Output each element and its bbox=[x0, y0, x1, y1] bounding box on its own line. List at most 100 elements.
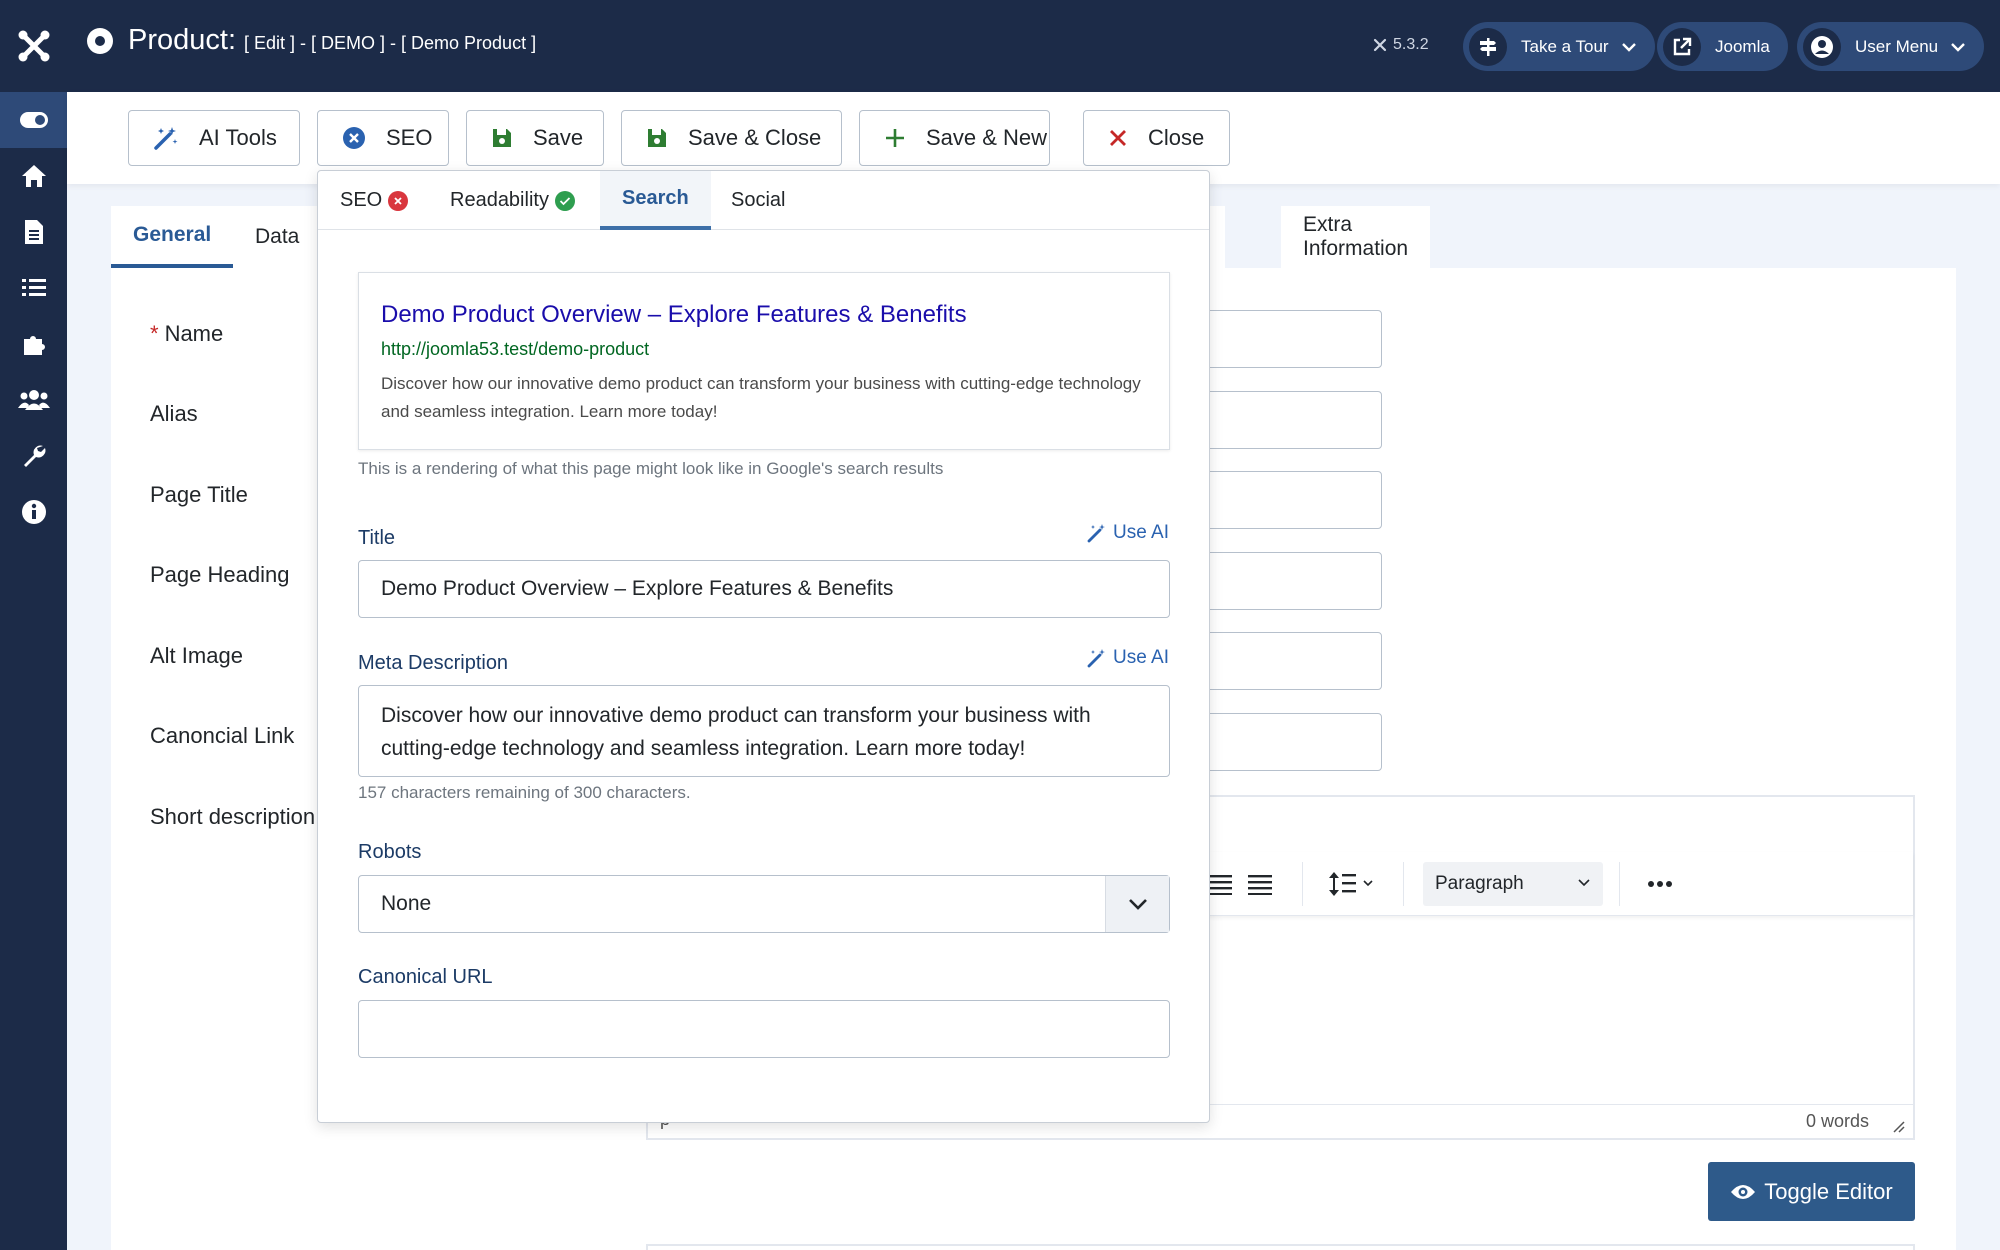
page-title: Product: [ Edit ] - [ DEMO ] - [ Demo Pr… bbox=[86, 24, 536, 57]
close-label: Close bbox=[1148, 125, 1205, 150]
tab-readability[interactable]: Readability bbox=[428, 171, 597, 230]
seo-panel: SEO Readability Search Social Demo Produ… bbox=[317, 170, 1210, 1123]
meta-description-hint: 157 characters remaining of 300 characte… bbox=[358, 783, 691, 802]
page-heading-label: Page Heading bbox=[150, 562, 290, 587]
robots-label: Robots bbox=[358, 841, 422, 863]
save-close-label: Save & Close bbox=[688, 125, 822, 150]
system-wrench-icon[interactable] bbox=[0, 428, 67, 484]
close-x-icon bbox=[1108, 128, 1128, 148]
chevron-down-icon bbox=[1621, 42, 1637, 52]
tab-social[interactable]: Social bbox=[709, 171, 807, 230]
joomla-small-icon bbox=[1373, 38, 1387, 52]
extensions-puzzle-icon[interactable] bbox=[0, 316, 67, 372]
seo-panel-tabs: SEO Readability Search Social bbox=[318, 171, 1209, 230]
tab-search[interactable]: Search bbox=[600, 171, 711, 230]
user-menu-button[interactable]: User Menu bbox=[1797, 22, 1985, 71]
paragraph-format-select[interactable]: Paragraph bbox=[1423, 862, 1603, 906]
save-label: Save bbox=[533, 125, 584, 150]
magic-wand-icon bbox=[153, 125, 179, 151]
ai-tools-button[interactable]: AI Tools bbox=[128, 110, 300, 166]
robots-value: None bbox=[381, 892, 432, 915]
user-menu-label: User Menu bbox=[1855, 36, 1939, 56]
magic-wand-icon bbox=[1087, 523, 1107, 543]
line-height-icon[interactable] bbox=[1328, 870, 1378, 898]
product-icon bbox=[86, 27, 114, 55]
more-options-icon[interactable] bbox=[1648, 880, 1672, 888]
short-description-label: Short description bbox=[150, 804, 316, 829]
next-field-edge bbox=[646, 1244, 1915, 1250]
view-site-button[interactable]: Joomla bbox=[1657, 22, 1788, 71]
alt-image-label: Alt Image bbox=[150, 643, 243, 668]
robots-select[interactable]: None bbox=[358, 875, 1170, 933]
home-icon[interactable] bbox=[0, 148, 67, 204]
meta-description-label: Meta Description bbox=[358, 652, 509, 674]
seo-button[interactable]: SEO bbox=[317, 110, 449, 166]
version-label: 5.3.2 bbox=[1372, 36, 1429, 54]
page-title-input[interactable] bbox=[1190, 471, 1382, 529]
tab-data[interactable]: Data bbox=[233, 206, 322, 268]
users-icon[interactable] bbox=[0, 372, 67, 428]
seo-status-icon bbox=[342, 126, 366, 150]
page-title-label: Page Title bbox=[150, 482, 248, 507]
resize-handle-icon[interactable] bbox=[1891, 1119, 1905, 1133]
page-heading-input[interactable] bbox=[1190, 552, 1382, 610]
close-button[interactable]: Close bbox=[1083, 110, 1230, 166]
tab-general[interactable]: General bbox=[111, 206, 234, 268]
user-avatar-icon bbox=[1803, 27, 1841, 66]
tab-seo[interactable]: SEO bbox=[318, 171, 430, 230]
tab-extra-information[interactable]: Extra Information bbox=[1281, 206, 1431, 268]
canonical-url-label: Canonical URL bbox=[358, 966, 493, 988]
save-disk-icon bbox=[491, 127, 513, 149]
signpost-icon bbox=[1469, 27, 1507, 66]
sidebar-toggle-icon[interactable] bbox=[0, 92, 67, 148]
magic-wand-icon bbox=[1087, 648, 1107, 668]
success-check-icon bbox=[554, 190, 575, 211]
title-field-label: Title bbox=[358, 527, 396, 549]
align-justify-icon[interactable] bbox=[1208, 873, 1232, 895]
preview-url: http://joomla53.test/demo-product bbox=[381, 339, 650, 359]
page-title-sub: [ Edit ] - [ DEMO ] - [ Demo Product ] bbox=[244, 33, 537, 53]
save-new-button[interactable]: Save & New bbox=[859, 110, 1050, 166]
seo-title-input[interactable]: Demo Product Overview – Explore Features… bbox=[358, 560, 1170, 618]
toggle-editor-label: Toggle Editor bbox=[1764, 1178, 1893, 1204]
save-close-button[interactable]: Save & Close bbox=[621, 110, 842, 166]
title-use-ai-link[interactable]: Use AI bbox=[1087, 522, 1169, 544]
toggle-editor-button[interactable]: Toggle Editor bbox=[1708, 1162, 1915, 1221]
eye-icon bbox=[1730, 1182, 1756, 1202]
chevron-down-icon bbox=[1577, 878, 1591, 888]
title-use-ai-label: Use AI bbox=[1113, 522, 1169, 543]
alias-label: Alias bbox=[150, 401, 198, 426]
canonical-link-input[interactable] bbox=[1190, 713, 1382, 771]
page-title-main: Product: bbox=[128, 24, 236, 56]
canonical-link-label: Canoncial Link bbox=[150, 723, 295, 748]
meta-use-ai-label: Use AI bbox=[1113, 647, 1169, 668]
paragraph-format-value: Paragraph bbox=[1435, 873, 1524, 894]
preview-hint: This is a rendering of what this page mi… bbox=[358, 459, 944, 478]
version-text: 5.3.2 bbox=[1393, 36, 1429, 53]
plus-icon bbox=[884, 127, 906, 149]
preview-title: Demo Product Overview – Explore Features… bbox=[381, 301, 967, 328]
meta-use-ai-link[interactable]: Use AI bbox=[1087, 647, 1169, 669]
seo-label: SEO bbox=[386, 125, 433, 150]
error-badge-icon bbox=[388, 190, 409, 211]
take-a-tour-button[interactable]: Take a Tour bbox=[1463, 22, 1655, 71]
info-icon[interactable] bbox=[0, 484, 67, 540]
preview-description: Discover how our innovative demo product… bbox=[381, 374, 1141, 421]
google-preview: Demo Product Overview – Explore Features… bbox=[358, 272, 1170, 450]
name-input[interactable] bbox=[1190, 310, 1382, 368]
align-full-icon[interactable] bbox=[1248, 873, 1272, 895]
joomla-logo-icon[interactable] bbox=[0, 0, 67, 92]
external-link-icon bbox=[1663, 27, 1701, 66]
ai-tools-label: AI Tools bbox=[199, 125, 277, 150]
name-label: * Name bbox=[150, 321, 224, 346]
content-icon[interactable] bbox=[0, 204, 67, 260]
alias-input[interactable] bbox=[1190, 391, 1382, 449]
word-count: 0 words bbox=[1805, 1111, 1869, 1131]
save-button[interactable]: Save bbox=[466, 110, 604, 166]
canonical-url-input[interactable] bbox=[358, 1000, 1170, 1058]
alt-image-input[interactable] bbox=[1190, 632, 1382, 690]
chevron-down-icon bbox=[1105, 876, 1169, 932]
meta-description-textarea[interactable]: Discover how our innovative demo product… bbox=[358, 685, 1170, 777]
menus-list-icon[interactable] bbox=[0, 260, 67, 316]
save-new-label: Save & New bbox=[926, 125, 1048, 150]
